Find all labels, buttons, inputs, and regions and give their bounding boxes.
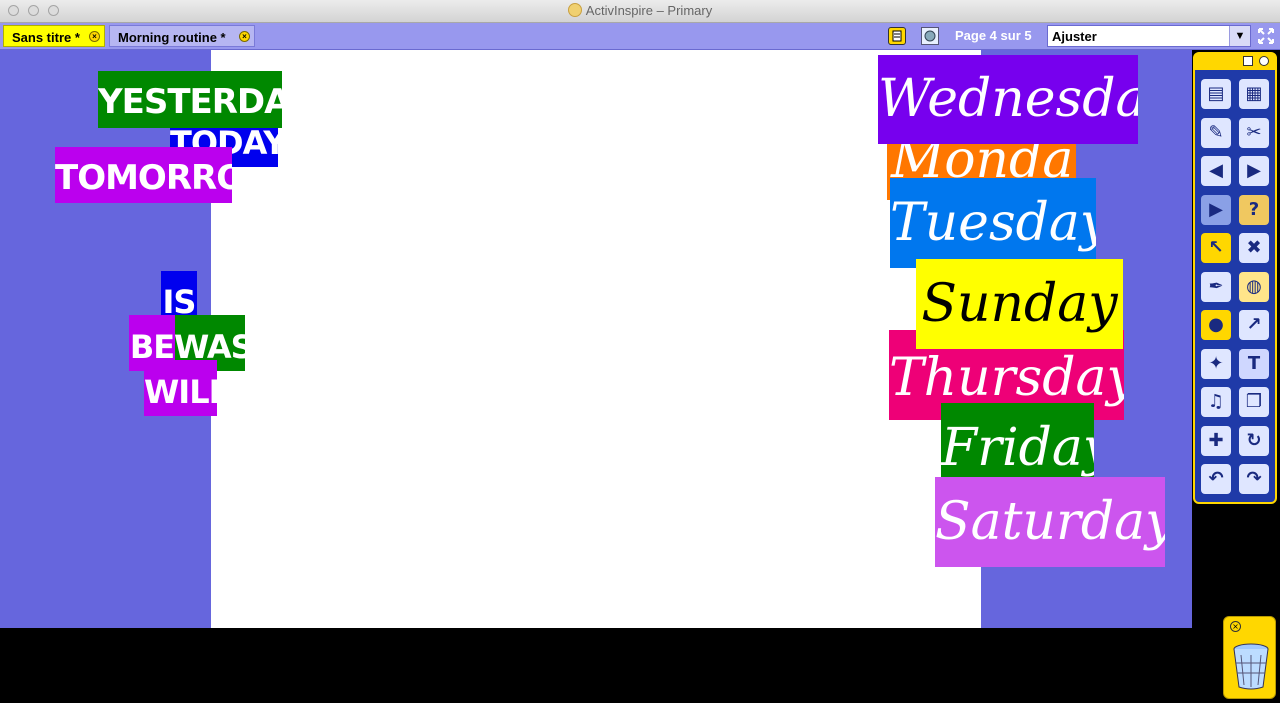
toolbox-collapse-icon[interactable]	[1259, 56, 1269, 66]
previous-page-icon[interactable]: ◀	[1201, 156, 1231, 186]
tab-morning-routine[interactable]: Morning routine * ×	[109, 25, 255, 47]
flipchart-page[interactable]	[211, 50, 981, 628]
zoom-select[interactable]: Ajuster ▼	[1047, 25, 1251, 47]
duplicate-icon[interactable]: ❐	[1239, 387, 1269, 417]
toolbox-header[interactable]	[1195, 54, 1275, 70]
shape-icon[interactable]: ●	[1201, 310, 1231, 340]
card-sunday[interactable]: Sunday	[916, 259, 1123, 349]
card-tuesday[interactable]: Tuesday	[890, 178, 1096, 268]
close-tab-icon[interactable]: ×	[89, 31, 100, 42]
flipchart-tabbar: Sans titre * × Morning routine * × Page …	[0, 23, 1280, 50]
chevron-down-icon[interactable]: ▼	[1229, 26, 1250, 46]
window-titlebar: ActivInspire – Primary	[0, 0, 1280, 23]
pen-icon[interactable]: ✒	[1201, 271, 1231, 302]
help-icon[interactable]: ?	[1239, 194, 1269, 225]
trash-panel: ×	[1223, 616, 1276, 699]
eraser-icon[interactable]: ✚	[1201, 425, 1231, 456]
tab-sans-titre[interactable]: Sans titre * ×	[3, 25, 105, 47]
card-friday[interactable]: Friday	[941, 403, 1094, 483]
magic-ink-icon[interactable]: ✦	[1201, 348, 1231, 379]
tab-label: Morning routine *	[118, 30, 226, 45]
page-browser-icon[interactable]: ▤	[1201, 79, 1231, 109]
card-saturday[interactable]: Saturday	[935, 477, 1165, 567]
card-yesterday[interactable]: YESTERDAY	[98, 71, 282, 128]
card-tomorrow[interactable]: TOMORROW	[55, 147, 232, 203]
edit-icon[interactable]: ✖	[1239, 233, 1269, 263]
fill-icon[interactable]: ◍	[1239, 271, 1269, 302]
resource-browser-icon[interactable]: ▦	[1239, 79, 1269, 109]
media-icon[interactable]: ♫	[1201, 387, 1231, 417]
tools-icon[interactable]: ✂	[1239, 117, 1269, 148]
close-tab-icon[interactable]: ×	[239, 31, 250, 42]
card-wednesday[interactable]: Wednesday	[878, 55, 1138, 144]
window-title: ActivInspire – Primary	[585, 3, 713, 18]
page-notes-icon[interactable]	[888, 27, 906, 45]
tab-label: Sans titre *	[12, 30, 80, 45]
annotate-desktop-icon[interactable]: ✎	[1201, 117, 1231, 148]
next-page-icon[interactable]: ▶	[1239, 156, 1269, 186]
close-trash-icon[interactable]: ×	[1230, 621, 1241, 632]
redo-icon[interactable]: ↷	[1239, 464, 1269, 494]
zoom-select-value: Ajuster	[1052, 29, 1097, 44]
page-indicator: Page 4 sur 5	[955, 28, 1032, 43]
play-icon[interactable]: ▶	[1201, 194, 1231, 225]
text-icon[interactable]: T	[1239, 348, 1269, 379]
trash-can-icon[interactable]	[1232, 643, 1270, 691]
window-title-area: ActivInspire – Primary	[0, 3, 1280, 18]
main-toolbox: ▤ ▦ ✎ ✂ ◀ ▶ ▶? ↖ ✖ ✒ ◍ ● ↗ ✦ T ♫ ❐ ✚ ↻ ↶ ↷	[1193, 52, 1277, 504]
page-thumbnail-icon[interactable]	[921, 27, 939, 45]
card-will[interactable]: WILL	[144, 360, 217, 416]
connector-icon[interactable]: ↗	[1239, 310, 1269, 340]
app-icon	[567, 3, 582, 17]
reset-page-icon[interactable]: ↻	[1239, 425, 1269, 456]
toolbox-pin-icon[interactable]	[1243, 56, 1253, 66]
undo-icon[interactable]: ↶	[1201, 464, 1231, 494]
fullscreen-icon[interactable]	[1257, 27, 1275, 45]
card-is[interactable]: IS	[161, 271, 197, 321]
select-icon[interactable]: ↖	[1201, 233, 1231, 263]
